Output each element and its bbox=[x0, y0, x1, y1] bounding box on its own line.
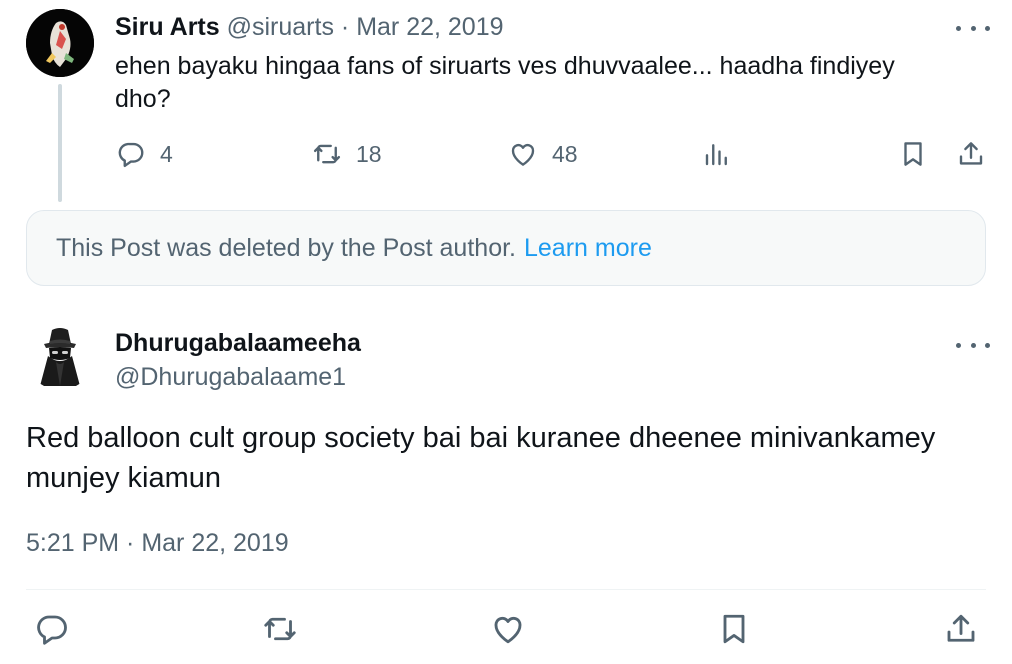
parent-like-button[interactable]: 48 bbox=[508, 139, 578, 169]
parent-repost-count: 18 bbox=[356, 140, 382, 167]
reply-repost-button[interactable] bbox=[262, 611, 298, 647]
parent-header: Siru Arts @siruarts · Mar 22, 2019 bbox=[115, 12, 504, 42]
parent-avatar[interactable] bbox=[26, 9, 94, 77]
reply-bookmark-button[interactable] bbox=[716, 611, 752, 647]
repost-icon bbox=[313, 144, 341, 164]
reply-icon bbox=[118, 142, 144, 168]
parent-more-button[interactable] bbox=[956, 22, 990, 34]
parent-date[interactable]: Mar 22, 2019 bbox=[356, 13, 503, 41]
header-separator: · bbox=[340, 13, 350, 41]
thread-line bbox=[58, 84, 62, 202]
parent-reply-count: 4 bbox=[160, 140, 173, 167]
reply-share-button[interactable] bbox=[943, 611, 979, 647]
parent-repost-button[interactable]: 18 bbox=[312, 139, 382, 169]
learn-more-link[interactable]: Learn more bbox=[524, 234, 652, 263]
parent-author-name[interactable]: Siru Arts bbox=[115, 13, 220, 41]
parent-reply-button[interactable]: 4 bbox=[116, 139, 173, 169]
parent-bookmark-button[interactable] bbox=[898, 139, 928, 169]
parent-share-button[interactable] bbox=[956, 139, 986, 169]
avatar-image bbox=[26, 9, 94, 77]
divider bbox=[26, 589, 986, 590]
bookmark-icon bbox=[904, 142, 922, 166]
share-icon bbox=[959, 142, 983, 165]
reply-author-name[interactable]: Dhurugabalaameeha bbox=[115, 328, 361, 358]
bookmark-icon bbox=[723, 614, 745, 644]
parent-author-handle[interactable]: @siruarts bbox=[227, 13, 334, 41]
reply-like-button[interactable] bbox=[490, 611, 526, 647]
reply-text: Red balloon cult group society bai bai k… bbox=[26, 422, 936, 494]
more-icon bbox=[956, 342, 961, 348]
reply-more-button[interactable] bbox=[956, 339, 990, 351]
parent-views-button[interactable] bbox=[702, 139, 732, 169]
more-icon bbox=[956, 25, 961, 31]
share-icon bbox=[947, 614, 975, 642]
reply-icon bbox=[37, 615, 67, 645]
deleted-notice-text: This Post was deleted by the Post author… bbox=[56, 233, 516, 262]
reply-timestamp[interactable]: 5:21 PM · Mar 22, 2019 bbox=[26, 528, 289, 558]
reply-reply-button[interactable] bbox=[34, 611, 70, 647]
reply-author-handle[interactable]: @Dhurugabalaame1 bbox=[115, 362, 346, 392]
views-icon bbox=[705, 144, 727, 166]
reply-avatar[interactable] bbox=[26, 322, 94, 390]
parent-text: ehen bayaku hingaa fans of siruarts ves … bbox=[115, 52, 895, 113]
parent-like-count: 48 bbox=[552, 140, 578, 167]
repost-icon bbox=[264, 617, 296, 641]
deleted-post-notice: This Post was deleted by the Post author… bbox=[26, 210, 986, 286]
like-icon bbox=[494, 616, 522, 644]
like-icon bbox=[511, 143, 535, 166]
spy-icon bbox=[40, 328, 80, 386]
